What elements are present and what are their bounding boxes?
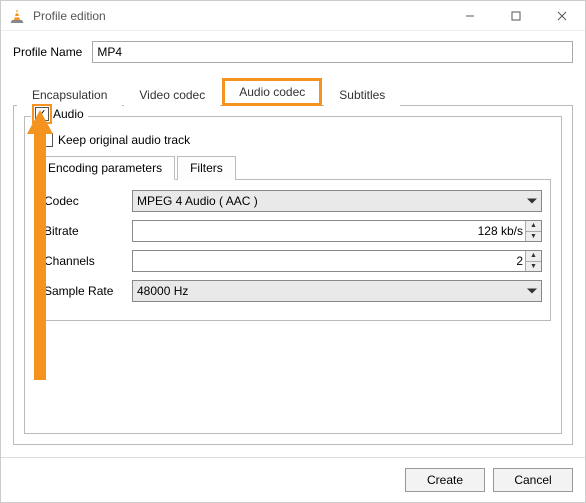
- subtab-encoding-parameters[interactable]: Encoding parameters: [35, 156, 175, 180]
- sample-rate-select[interactable]: 48000 Hz: [132, 280, 542, 302]
- maximize-button[interactable]: [493, 1, 539, 31]
- tab-audio-codec[interactable]: Audio codec: [222, 78, 322, 106]
- sample-rate-label: Sample Rate: [44, 284, 124, 298]
- cancel-button[interactable]: Cancel: [493, 468, 573, 492]
- tab-video-codec[interactable]: Video codec: [124, 83, 220, 106]
- close-button[interactable]: [539, 1, 585, 31]
- bitrate-stepper[interactable]: 128 kb/s ▲▼: [132, 220, 542, 242]
- encoding-parameters-panel: Codec MPEG 4 Audio ( AAC ) Bitrate 128 k…: [35, 180, 551, 321]
- dialog-footer: Create Cancel: [1, 457, 585, 502]
- profile-name-input[interactable]: [92, 41, 573, 63]
- audio-groupbox: Audio Keep original audio track Encoding…: [24, 116, 562, 434]
- subtab-filters[interactable]: Filters: [177, 156, 236, 180]
- window-title: Profile edition: [33, 9, 106, 23]
- channels-spin-buttons[interactable]: ▲▼: [525, 251, 541, 271]
- codec-label: Codec: [44, 194, 124, 208]
- audio-group-label: Audio: [53, 107, 84, 121]
- vlc-cone-icon: [9, 8, 25, 24]
- channels-stepper[interactable]: 2 ▲▼: [132, 250, 542, 272]
- chevron-down-icon: [527, 289, 537, 294]
- keep-original-label: Keep original audio track: [58, 133, 190, 147]
- profile-edition-window: Profile edition Profile Name Encapsulati…: [0, 0, 586, 503]
- tab-encapsulation[interactable]: Encapsulation: [17, 83, 122, 106]
- titlebar: Profile edition: [1, 1, 585, 31]
- audio-codec-panel: Audio Keep original audio track Encoding…: [13, 106, 573, 445]
- channels-value: 2: [516, 254, 523, 268]
- minimize-button[interactable]: [447, 1, 493, 31]
- tab-subtitles[interactable]: Subtitles: [324, 83, 400, 106]
- codec-value: MPEG 4 Audio ( AAC ): [137, 194, 258, 208]
- audio-subtabs: Encoding parameters Filters: [35, 155, 551, 180]
- chevron-down-icon: [527, 199, 537, 204]
- bitrate-spin-buttons[interactable]: ▲▼: [525, 221, 541, 241]
- bitrate-value: 128 kb/s: [478, 224, 523, 238]
- main-tabbar: Encapsulation Video codec Audio codec Su…: [13, 77, 573, 106]
- keep-original-checkbox[interactable]: [39, 133, 53, 147]
- channels-label: Channels: [44, 254, 124, 268]
- bitrate-label: Bitrate: [44, 224, 124, 238]
- profile-name-label: Profile Name: [13, 45, 82, 59]
- sample-rate-value: 48000 Hz: [137, 284, 188, 298]
- create-button[interactable]: Create: [405, 468, 485, 492]
- audio-enable-checkbox[interactable]: [35, 107, 49, 121]
- codec-select[interactable]: MPEG 4 Audio ( AAC ): [132, 190, 542, 212]
